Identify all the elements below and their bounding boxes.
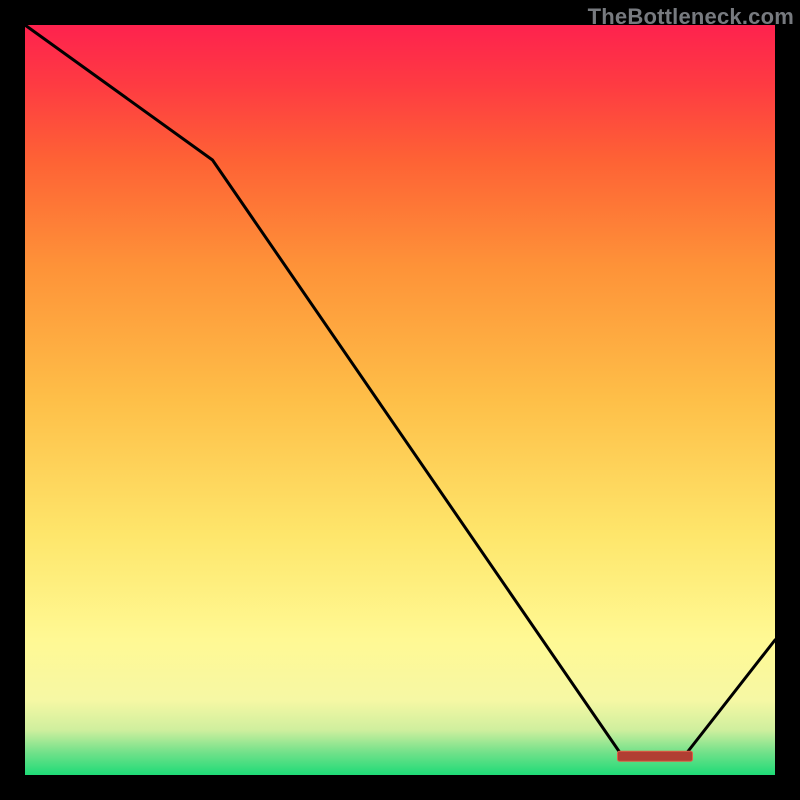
gradient-background [25,25,775,775]
chart-canvas: TheBottleneck.com [0,0,800,800]
plot-area [25,25,775,775]
chart-svg [25,25,775,775]
bottleneck-label [618,751,693,761]
